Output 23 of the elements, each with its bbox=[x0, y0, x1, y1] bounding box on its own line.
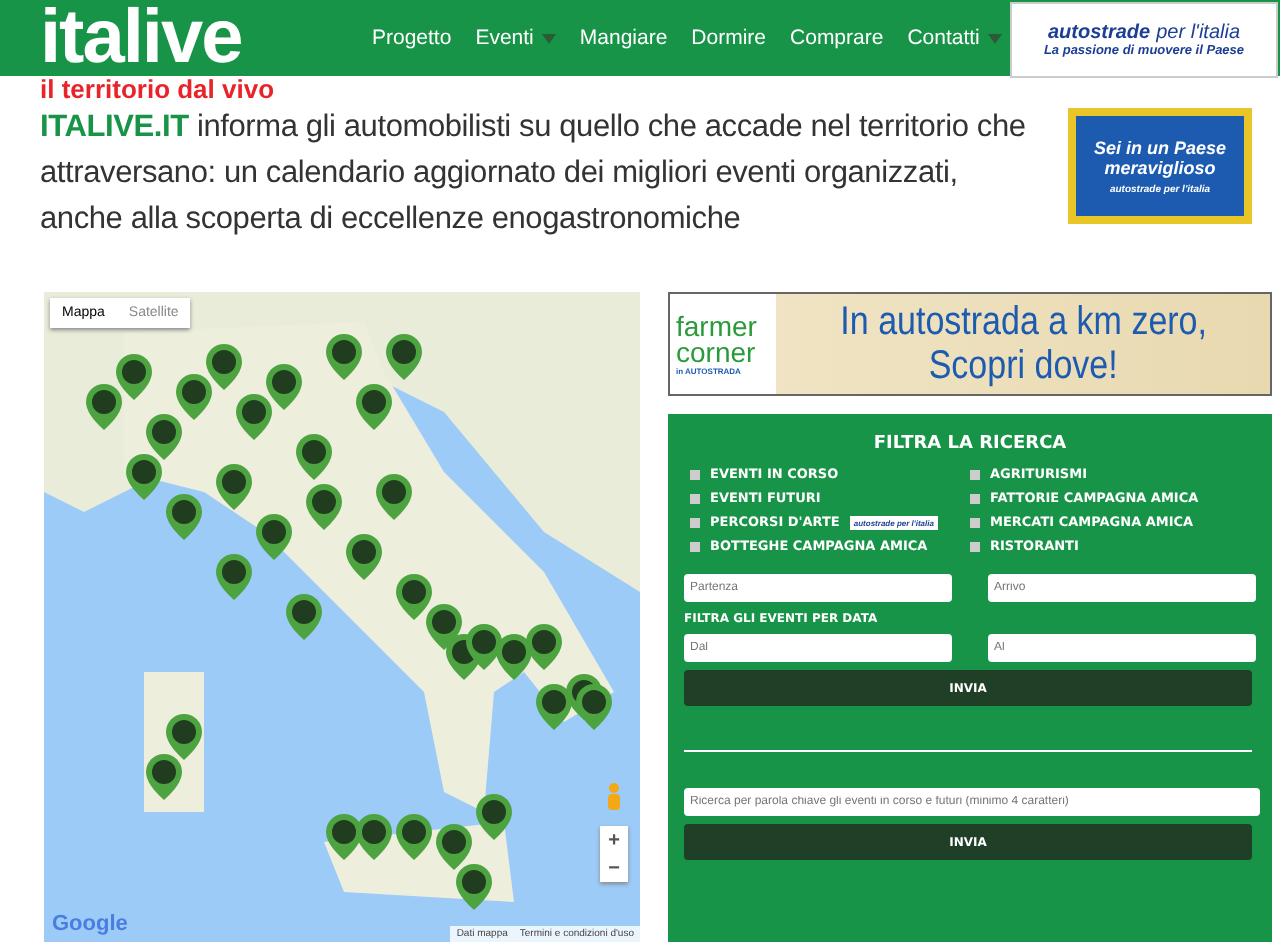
caret-icon[interactable] bbox=[987, 33, 1002, 43]
nav-link[interactable]: Mangiare bbox=[567, 26, 680, 50]
google-logo: Google bbox=[52, 912, 128, 936]
banner-headline: In autostrada a km zero, bbox=[839, 300, 1207, 344]
site-logo[interactable]: italive bbox=[40, 4, 360, 72]
ad-headline: Sei in un Paese bbox=[1093, 137, 1227, 157]
zoom-out-button[interactable]: − bbox=[600, 854, 628, 882]
ad-headline: meraviglioso bbox=[1104, 157, 1216, 177]
pegman-icon[interactable] bbox=[604, 782, 624, 810]
nav-link[interactable]: Eventi bbox=[463, 26, 568, 50]
nav-link[interactable]: Progetto bbox=[360, 26, 464, 50]
nav-link[interactable]: Comprare bbox=[778, 26, 896, 50]
banner-logo-text: farmer bbox=[676, 313, 759, 339]
site-tagline: il territorio dal vivo bbox=[40, 76, 275, 102]
banner-logo-text: corner bbox=[676, 339, 756, 365]
nav-link[interactable]: Dormire bbox=[679, 26, 779, 50]
caret-icon[interactable] bbox=[541, 33, 556, 43]
intro-text: ITALIVE.IT informa gli automobilisti su quello che accade nel territorio che attraversano: un calendario aggiornato dei migliori eventi organizzati, anche alla scoperta di eccellenze enogastronomiche bbox=[40, 108, 1028, 240]
sponsor-brand: autostrade per l'italia bbox=[1047, 22, 1241, 44]
zoom-in-button[interactable]: + bbox=[600, 826, 628, 854]
nav-link[interactable]: Contatti bbox=[895, 26, 1014, 50]
banner-headline: Scopri dove! bbox=[928, 344, 1118, 388]
filter-title: FILTRA LA RICERCA bbox=[871, 434, 1069, 454]
